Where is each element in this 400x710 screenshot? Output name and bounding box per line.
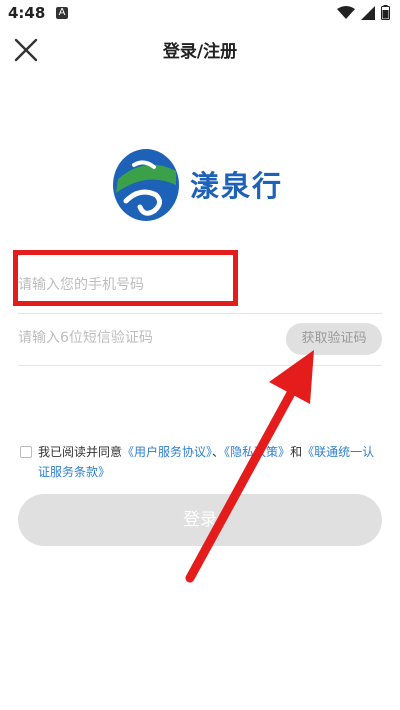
agreement-and: 和 <box>290 445 303 459</box>
logo-emblem-icon <box>113 149 179 221</box>
signal-icon <box>361 5 375 20</box>
agreement-text: 我已阅读并同意《用户服务协议》、《隐私政策》和《联通统一认证服务条款》 <box>38 442 382 482</box>
status-icons <box>337 5 390 20</box>
sms-code-field: 获取验证码 <box>18 315 382 366</box>
agreement-checkbox[interactable] <box>20 446 32 458</box>
status-bar: 4:48 A <box>0 0 400 28</box>
brand-logo: 漾泉行 <box>110 145 300 225</box>
user-agreement-link[interactable]: 《用户服务协议》 <box>122 445 212 459</box>
phone-field <box>18 265 382 314</box>
agreement: 我已阅读并同意《用户服务协议》、《隐私政策》和《联通统一认证服务条款》 <box>18 442 382 482</box>
battery-icon <box>381 5 390 20</box>
notification-app-icon: A <box>56 7 68 19</box>
status-time: 4:48 <box>8 4 46 22</box>
phone-input[interactable] <box>18 277 268 293</box>
top-bar: 登录/注册 <box>0 28 400 72</box>
privacy-policy-link[interactable]: 《隐私政策》 <box>224 445 290 459</box>
agreement-separator: 、 <box>212 445 225 459</box>
agreement-prefix: 我已阅读并同意 <box>38 445 123 459</box>
get-code-button[interactable]: 获取验证码 <box>286 323 382 355</box>
sms-code-input[interactable] <box>18 330 268 346</box>
logo-text: 漾泉行 <box>190 169 284 203</box>
page-title: 登录/注册 <box>162 42 238 62</box>
wifi-icon <box>337 5 355 19</box>
login-button[interactable]: 登录 <box>18 494 382 546</box>
